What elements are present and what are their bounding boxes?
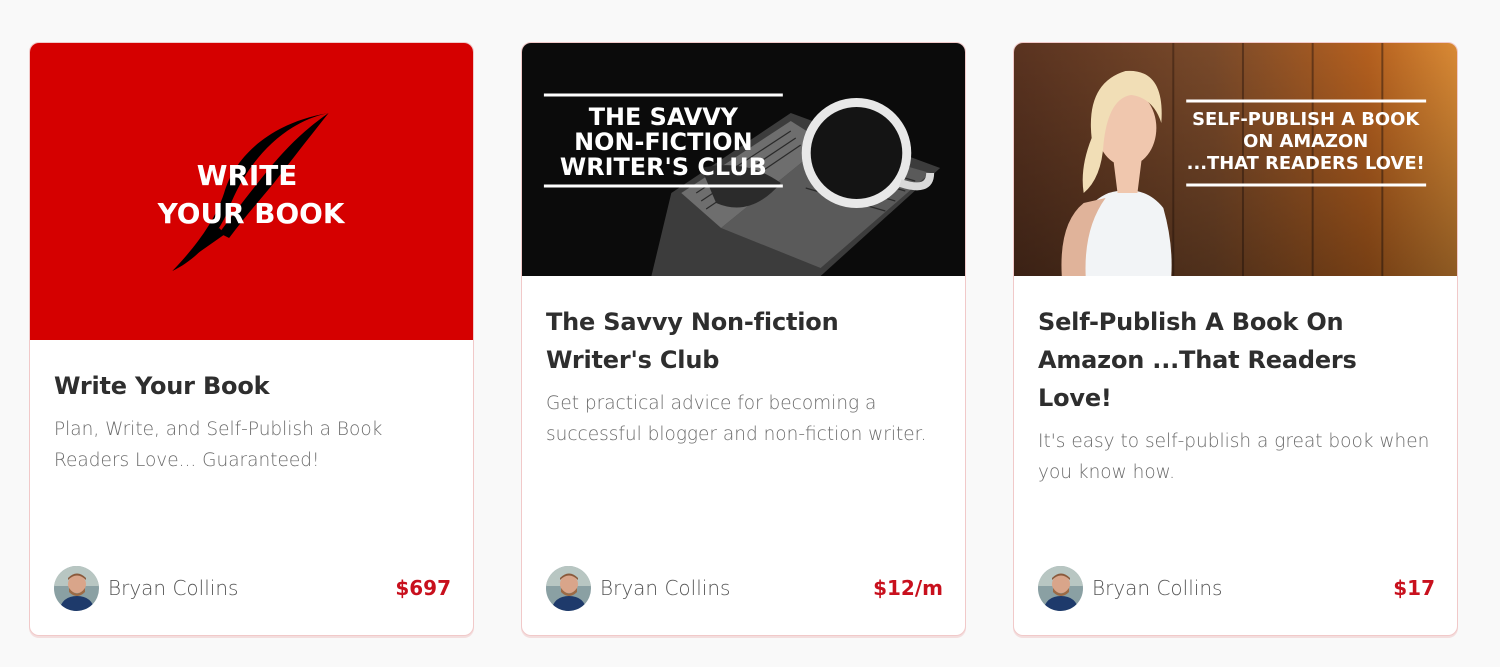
avatar	[54, 565, 99, 611]
product-grid: WRITE YOUR BOOK Write Your Book Plan, Wr…	[29, 42, 1458, 636]
author-name: Bryan Collins	[1092, 576, 1223, 600]
product-description: Get practical advice for becoming a succ…	[546, 393, 927, 445]
product-description: It's easy to self-publish a great book w…	[1038, 431, 1430, 483]
product-thumbnail[interactable]: WRITE YOUR BOOK	[30, 43, 473, 340]
product-title[interactable]: Write Your Book	[54, 367, 449, 405]
product-description: Plan, Write, and Self-Publish a Book Rea…	[54, 419, 383, 471]
self-publish-cover: SELF-PUBLISH A BOOK ON AMAZON ...THAT RE…	[1014, 43, 1457, 276]
product-thumbnail[interactable]: THE SAVVY NON-FICTION WRITER'S CLUB	[522, 43, 965, 276]
cover-line-2: YOUR BOOK	[157, 197, 346, 230]
product-title[interactable]: The Savvy Non-fiction Writer's Club	[546, 303, 941, 379]
product-card-self-publish-amazon[interactable]: SELF-PUBLISH A BOOK ON AMAZON ...THAT RE…	[1013, 42, 1458, 636]
author-name: Bryan Collins	[108, 576, 239, 600]
price: $17	[1393, 576, 1435, 600]
author: Bryan Collins	[54, 565, 239, 611]
savvy-club-cover: THE SAVVY NON-FICTION WRITER'S CLUB	[522, 43, 965, 276]
product-title[interactable]: Self-Publish A Book On Amazon ...That Re…	[1038, 303, 1433, 417]
avatar	[546, 565, 591, 611]
card-footer: Bryan Collins $697	[54, 565, 451, 611]
cover-line-1: WRITE	[197, 159, 298, 192]
cover-line-3: WRITER'S CLUB	[560, 153, 767, 181]
price: $697	[395, 576, 451, 600]
avatar	[1038, 565, 1083, 611]
cover-line-2: ON AMAZON	[1243, 131, 1368, 152]
cover-line-3: ...THAT READERS LOVE!	[1187, 153, 1425, 174]
write-your-book-cover: WRITE YOUR BOOK	[30, 43, 473, 340]
card-footer: Bryan Collins $12/m	[546, 565, 943, 611]
product-card-savvy-writers-club[interactable]: THE SAVVY NON-FICTION WRITER'S CLUB The …	[521, 42, 966, 636]
price: $12/m	[873, 576, 943, 600]
author: Bryan Collins	[546, 565, 731, 611]
cover-line-1: SELF-PUBLISH A BOOK	[1192, 109, 1420, 130]
card-footer: Bryan Collins $17	[1038, 565, 1435, 611]
product-card-write-your-book[interactable]: WRITE YOUR BOOK Write Your Book Plan, Wr…	[29, 42, 474, 636]
cover-line-1: THE SAVVY	[589, 103, 739, 131]
author-name: Bryan Collins	[600, 576, 731, 600]
author: Bryan Collins	[1038, 565, 1223, 611]
cover-line-2: NON-FICTION	[574, 128, 752, 156]
product-thumbnail[interactable]: SELF-PUBLISH A BOOK ON AMAZON ...THAT RE…	[1014, 43, 1457, 276]
